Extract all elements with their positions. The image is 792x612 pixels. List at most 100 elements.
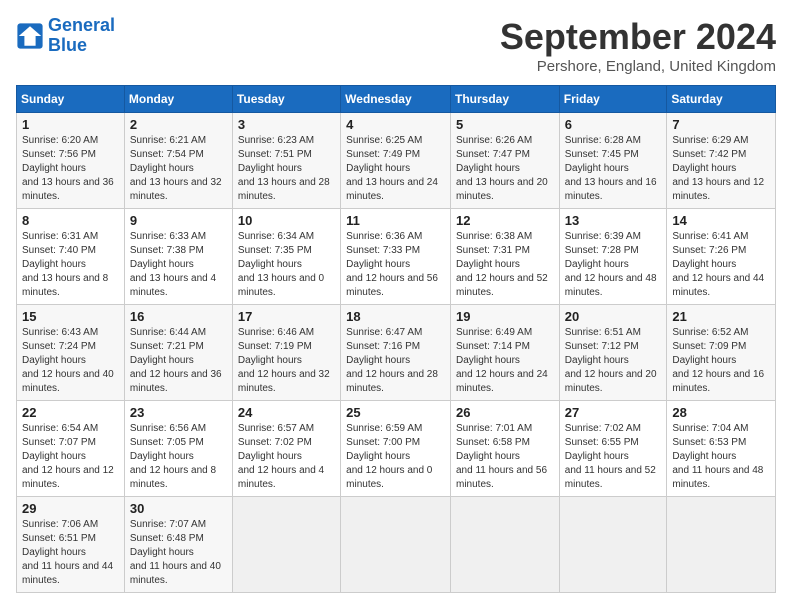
day-number: 25 [346, 405, 445, 420]
day-info: Sunrise: 6:44 AM Sunset: 7:21 PM Dayligh… [130, 326, 227, 396]
col-thursday: Thursday [451, 86, 560, 113]
col-tuesday: Tuesday [232, 86, 340, 113]
day-number: 14 [672, 213, 770, 228]
calendar-cell: 17 Sunrise: 6:46 AM Sunset: 7:19 PM Dayl… [232, 305, 340, 401]
calendar-cell: 22 Sunrise: 6:54 AM Sunset: 7:07 PM Dayl… [17, 401, 125, 497]
logo-text: General Blue [48, 16, 115, 56]
calendar-row: 22 Sunrise: 6:54 AM Sunset: 7:07 PM Dayl… [17, 401, 776, 497]
day-info: Sunrise: 6:26 AM Sunset: 7:47 PM Dayligh… [456, 134, 554, 204]
day-info: Sunrise: 7:06 AM Sunset: 6:51 PM Dayligh… [22, 518, 119, 588]
day-info: Sunrise: 6:51 AM Sunset: 7:12 PM Dayligh… [565, 326, 662, 396]
day-info: Sunrise: 6:31 AM Sunset: 7:40 PM Dayligh… [22, 230, 119, 300]
day-number: 6 [565, 117, 662, 132]
day-info: Sunrise: 6:39 AM Sunset: 7:28 PM Dayligh… [565, 230, 662, 300]
col-sunday: Sunday [17, 86, 125, 113]
day-number: 20 [565, 309, 662, 324]
calendar-cell: 28 Sunrise: 7:04 AM Sunset: 6:53 PM Dayl… [667, 401, 776, 497]
day-info: Sunrise: 6:28 AM Sunset: 7:45 PM Dayligh… [565, 134, 662, 204]
day-info: Sunrise: 6:23 AM Sunset: 7:51 PM Dayligh… [238, 134, 335, 204]
page-header: General Blue September 2024 Pershore, En… [16, 16, 776, 75]
day-number: 3 [238, 117, 335, 132]
calendar-cell: 29 Sunrise: 7:06 AM Sunset: 6:51 PM Dayl… [17, 497, 125, 593]
day-number: 9 [130, 213, 227, 228]
calendar-cell: 24 Sunrise: 6:57 AM Sunset: 7:02 PM Dayl… [232, 401, 340, 497]
day-number: 26 [456, 405, 554, 420]
day-info: Sunrise: 6:57 AM Sunset: 7:02 PM Dayligh… [238, 422, 335, 492]
logo: General Blue [16, 16, 115, 56]
day-number: 4 [346, 117, 445, 132]
day-number: 2 [130, 117, 227, 132]
location-title: Pershore, England, United Kingdom [500, 58, 776, 75]
day-info: Sunrise: 6:34 AM Sunset: 7:35 PM Dayligh… [238, 230, 335, 300]
calendar-row: 1 Sunrise: 6:20 AM Sunset: 7:56 PM Dayli… [17, 113, 776, 209]
calendar-cell [341, 497, 451, 593]
col-monday: Monday [124, 86, 232, 113]
day-number: 18 [346, 309, 445, 324]
day-info: Sunrise: 6:41 AM Sunset: 7:26 PM Dayligh… [672, 230, 770, 300]
day-number: 24 [238, 405, 335, 420]
day-number: 13 [565, 213, 662, 228]
day-number: 1 [22, 117, 119, 132]
calendar-cell: 6 Sunrise: 6:28 AM Sunset: 7:45 PM Dayli… [559, 113, 667, 209]
day-number: 11 [346, 213, 445, 228]
day-number: 28 [672, 405, 770, 420]
day-number: 12 [456, 213, 554, 228]
calendar-cell: 23 Sunrise: 6:56 AM Sunset: 7:05 PM Dayl… [124, 401, 232, 497]
day-info: Sunrise: 6:47 AM Sunset: 7:16 PM Dayligh… [346, 326, 445, 396]
calendar-cell: 26 Sunrise: 7:01 AM Sunset: 6:58 PM Dayl… [451, 401, 560, 497]
month-title: September 2024 [500, 16, 776, 58]
day-info: Sunrise: 7:07 AM Sunset: 6:48 PM Dayligh… [130, 518, 227, 588]
calendar-cell: 19 Sunrise: 6:49 AM Sunset: 7:14 PM Dayl… [451, 305, 560, 401]
calendar-cell: 7 Sunrise: 6:29 AM Sunset: 7:42 PM Dayli… [667, 113, 776, 209]
calendar-table: Sunday Monday Tuesday Wednesday Thursday… [16, 85, 776, 593]
day-info: Sunrise: 7:04 AM Sunset: 6:53 PM Dayligh… [672, 422, 770, 492]
day-info: Sunrise: 6:43 AM Sunset: 7:24 PM Dayligh… [22, 326, 119, 396]
day-number: 30 [130, 501, 227, 516]
day-info: Sunrise: 6:33 AM Sunset: 7:38 PM Dayligh… [130, 230, 227, 300]
calendar-cell: 21 Sunrise: 6:52 AM Sunset: 7:09 PM Dayl… [667, 305, 776, 401]
calendar-cell: 14 Sunrise: 6:41 AM Sunset: 7:26 PM Dayl… [667, 209, 776, 305]
calendar-cell: 27 Sunrise: 7:02 AM Sunset: 6:55 PM Dayl… [559, 401, 667, 497]
day-number: 7 [672, 117, 770, 132]
calendar-cell: 25 Sunrise: 6:59 AM Sunset: 7:00 PM Dayl… [341, 401, 451, 497]
col-friday: Friday [559, 86, 667, 113]
day-info: Sunrise: 6:46 AM Sunset: 7:19 PM Dayligh… [238, 326, 335, 396]
day-number: 27 [565, 405, 662, 420]
col-saturday: Saturday [667, 86, 776, 113]
calendar-cell: 15 Sunrise: 6:43 AM Sunset: 7:24 PM Dayl… [17, 305, 125, 401]
day-info: Sunrise: 6:56 AM Sunset: 7:05 PM Dayligh… [130, 422, 227, 492]
day-info: Sunrise: 6:49 AM Sunset: 7:14 PM Dayligh… [456, 326, 554, 396]
calendar-cell: 10 Sunrise: 6:34 AM Sunset: 7:35 PM Dayl… [232, 209, 340, 305]
day-number: 22 [22, 405, 119, 420]
calendar-row: 8 Sunrise: 6:31 AM Sunset: 7:40 PM Dayli… [17, 209, 776, 305]
day-number: 17 [238, 309, 335, 324]
day-number: 19 [456, 309, 554, 324]
calendar-cell: 1 Sunrise: 6:20 AM Sunset: 7:56 PM Dayli… [17, 113, 125, 209]
day-info: Sunrise: 6:59 AM Sunset: 7:00 PM Dayligh… [346, 422, 445, 492]
calendar-cell [232, 497, 340, 593]
day-info: Sunrise: 6:52 AM Sunset: 7:09 PM Dayligh… [672, 326, 770, 396]
calendar-cell: 13 Sunrise: 6:39 AM Sunset: 7:28 PM Dayl… [559, 209, 667, 305]
day-info: Sunrise: 6:29 AM Sunset: 7:42 PM Dayligh… [672, 134, 770, 204]
day-info: Sunrise: 6:20 AM Sunset: 7:56 PM Dayligh… [22, 134, 119, 204]
day-info: Sunrise: 6:38 AM Sunset: 7:31 PM Dayligh… [456, 230, 554, 300]
calendar-row: 29 Sunrise: 7:06 AM Sunset: 6:51 PM Dayl… [17, 497, 776, 593]
day-number: 5 [456, 117, 554, 132]
calendar-cell: 9 Sunrise: 6:33 AM Sunset: 7:38 PM Dayli… [124, 209, 232, 305]
calendar-cell: 2 Sunrise: 6:21 AM Sunset: 7:54 PM Dayli… [124, 113, 232, 209]
calendar-cell: 16 Sunrise: 6:44 AM Sunset: 7:21 PM Dayl… [124, 305, 232, 401]
day-info: Sunrise: 6:36 AM Sunset: 7:33 PM Dayligh… [346, 230, 445, 300]
col-wednesday: Wednesday [341, 86, 451, 113]
calendar-cell: 4 Sunrise: 6:25 AM Sunset: 7:49 PM Dayli… [341, 113, 451, 209]
calendar-cell: 8 Sunrise: 6:31 AM Sunset: 7:40 PM Dayli… [17, 209, 125, 305]
calendar-cell: 30 Sunrise: 7:07 AM Sunset: 6:48 PM Dayl… [124, 497, 232, 593]
day-number: 10 [238, 213, 335, 228]
day-number: 8 [22, 213, 119, 228]
calendar-cell: 18 Sunrise: 6:47 AM Sunset: 7:16 PM Dayl… [341, 305, 451, 401]
title-area: September 2024 Pershore, England, United… [500, 16, 776, 75]
day-info: Sunrise: 7:01 AM Sunset: 6:58 PM Dayligh… [456, 422, 554, 492]
calendar-cell: 5 Sunrise: 6:26 AM Sunset: 7:47 PM Dayli… [451, 113, 560, 209]
day-number: 23 [130, 405, 227, 420]
day-info: Sunrise: 6:25 AM Sunset: 7:49 PM Dayligh… [346, 134, 445, 204]
calendar-cell: 11 Sunrise: 6:36 AM Sunset: 7:33 PM Dayl… [341, 209, 451, 305]
